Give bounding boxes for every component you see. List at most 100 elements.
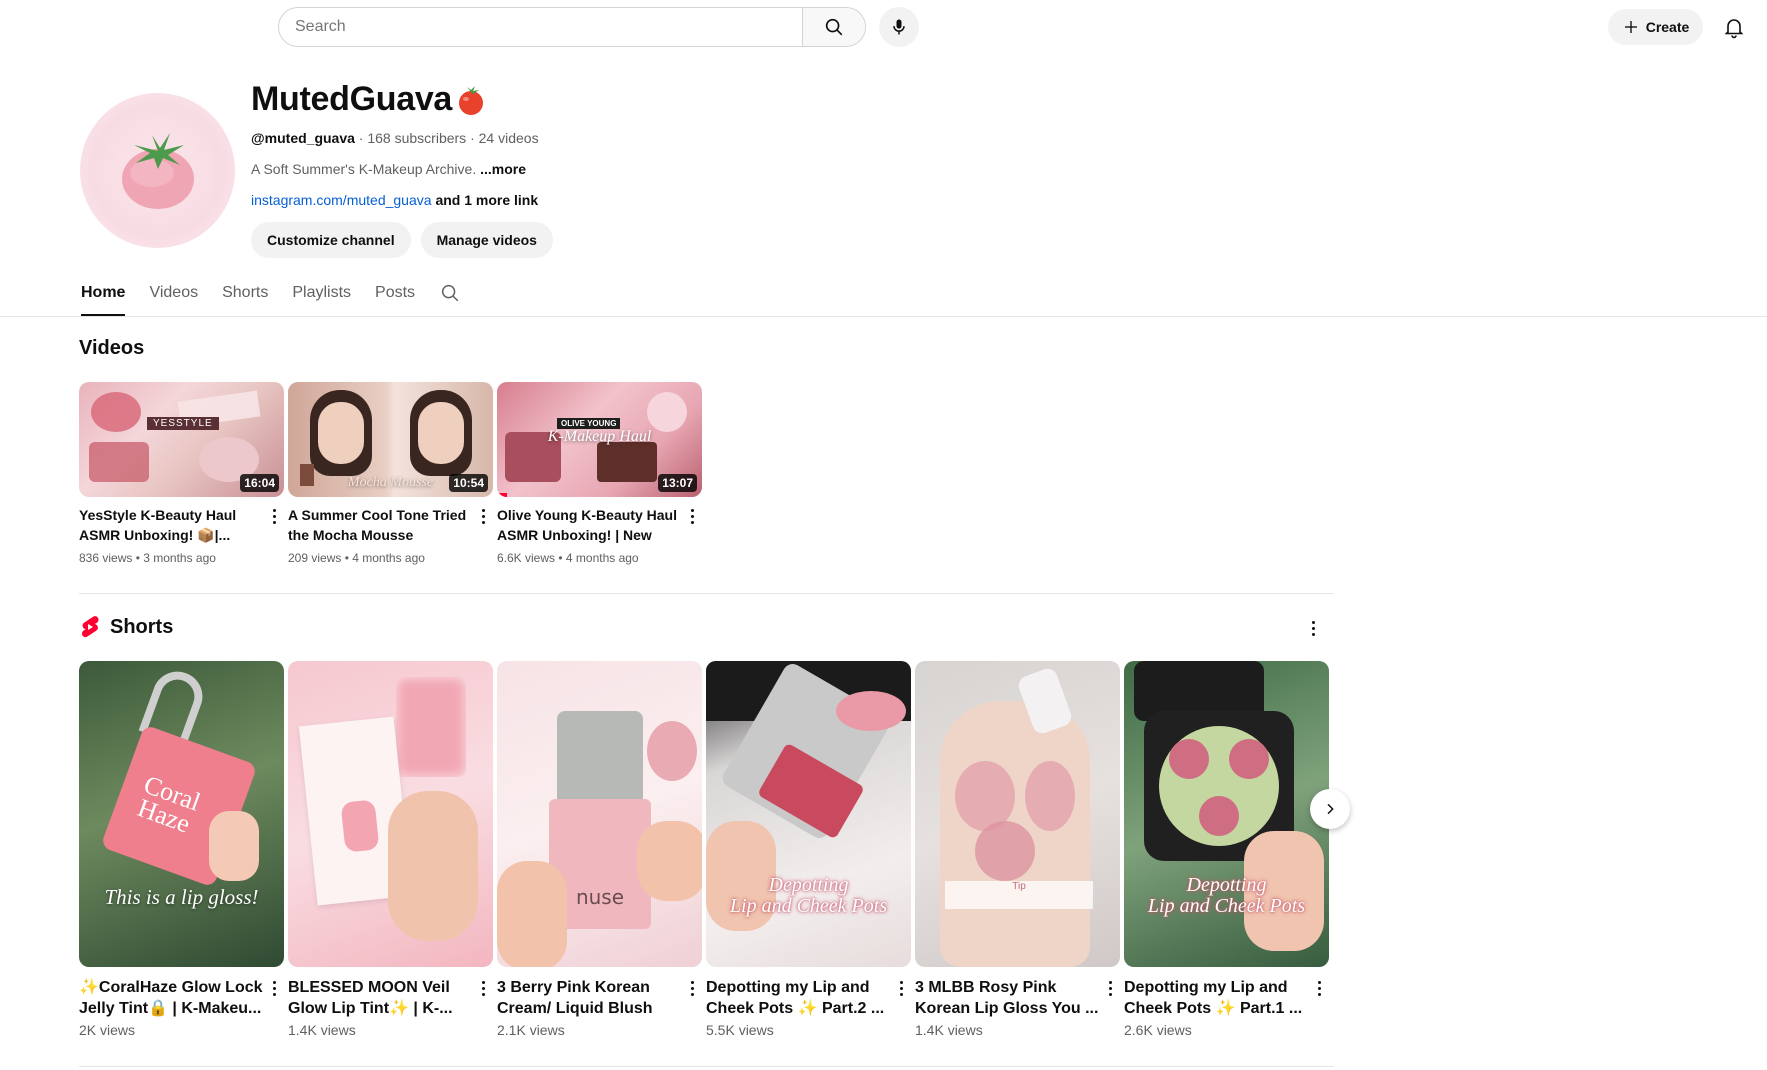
customize-channel-button[interactable]: Customize channel bbox=[251, 222, 411, 258]
notifications-button[interactable] bbox=[1714, 7, 1754, 47]
channel-handle: @muted_guava bbox=[251, 130, 355, 146]
video-card[interactable]: YESSTYLE 16:04 YesStyle K-Beauty Haul ASM… bbox=[79, 382, 284, 565]
short-title[interactable]: 3 Berry Pink KoreanCream/ Liquid Blush🍓.… bbox=[497, 977, 682, 1019]
short-title[interactable]: BLESSED MOON Veil Glow Lip Tint✨ | K-... bbox=[288, 977, 473, 1019]
short-views: 2.6K views bbox=[1124, 1022, 1192, 1038]
tab-shorts[interactable]: Shorts bbox=[222, 278, 268, 316]
meta-separator: · bbox=[470, 130, 475, 146]
search-box[interactable] bbox=[278, 7, 866, 47]
shorts-row: Coral Haze This is a lip gloss! ✨CoralHaz… bbox=[79, 661, 1329, 1038]
description-more-link[interactable]: ...more bbox=[480, 161, 526, 177]
video-thumbnail[interactable]: YESSTYLE 16:04 bbox=[79, 382, 284, 497]
tab-videos[interactable]: Videos bbox=[149, 278, 198, 316]
video-menu-button[interactable] bbox=[473, 505, 493, 565]
meta-separator: · bbox=[358, 130, 364, 146]
tab-posts[interactable]: Posts bbox=[375, 278, 415, 316]
create-button[interactable]: Create bbox=[1608, 9, 1703, 45]
short-views: 1.4K views bbox=[915, 1022, 983, 1038]
channel-name: MutedGuava bbox=[251, 80, 488, 119]
video-duration: 13:07 bbox=[658, 474, 697, 492]
short-menu-button[interactable] bbox=[264, 977, 284, 1019]
thumb-brand-text: YESSTYLE bbox=[147, 417, 219, 430]
short-menu-button[interactable] bbox=[1100, 977, 1120, 1019]
video-meta: 209 views • 4 months ago bbox=[288, 551, 425, 565]
short-title[interactable]: Depotting my Lip and Cheek Pots ✨ Part.2 … bbox=[706, 977, 891, 1019]
plus-icon bbox=[1624, 21, 1637, 33]
subscriber-count: 168 subscribers bbox=[367, 130, 467, 146]
channel-avatar[interactable] bbox=[80, 93, 235, 248]
tab-search-icon bbox=[441, 284, 459, 302]
channel-meta: @muted_guava · 168 subscribers · 24 vide… bbox=[251, 130, 539, 146]
video-thumbnail[interactable]: OLIVE YOUNG K-Makeup Haul 13:07 bbox=[497, 382, 702, 497]
video-menu-button[interactable] bbox=[264, 505, 284, 565]
description-text: A Soft Summer's K-Makeup Archive. bbox=[251, 161, 477, 177]
short-card[interactable]: Depotting Lip and Cheek Pots Depotting m… bbox=[1124, 661, 1329, 1038]
instagram-link[interactable]: instagram.com/muted_guava bbox=[251, 192, 432, 208]
voice-search-button[interactable] bbox=[879, 7, 919, 47]
tabs-divider bbox=[0, 316, 1767, 317]
short-menu-button[interactable] bbox=[891, 977, 911, 1019]
videos-section-title[interactable]: Videos bbox=[79, 337, 144, 360]
video-meta: 6.6K views • 4 months ago bbox=[497, 551, 639, 565]
shorts-menu-button[interactable] bbox=[1303, 617, 1323, 636]
chevron-right-icon bbox=[1327, 803, 1334, 815]
tab-playlists[interactable]: Playlists bbox=[292, 278, 351, 316]
more-links-link[interactable]: and 1 more link bbox=[435, 192, 538, 208]
video-duration: 10:54 bbox=[449, 474, 488, 492]
manage-videos-button[interactable]: Manage videos bbox=[420, 222, 553, 258]
short-thumbnail[interactable]: nuse bbox=[497, 661, 702, 967]
tab-search-button[interactable] bbox=[439, 278, 461, 309]
short-card[interactable]: Tip 3 MLBB Rosy Pink Korean Lip Gloss You… bbox=[915, 661, 1120, 1038]
short-thumbnail[interactable]: Depotting Lip and Cheek Pots bbox=[1124, 661, 1329, 967]
short-views: 2.1K views bbox=[497, 1022, 565, 1038]
channel-description[interactable]: A Soft Summer's K-Makeup Archive. ...mor… bbox=[251, 161, 526, 177]
video-thumbnail[interactable]: Mocha Mousse 10:54 bbox=[288, 382, 493, 497]
shorts-logo-icon bbox=[81, 616, 99, 638]
short-thumbnail[interactable]: Coral Haze This is a lip gloss! bbox=[79, 661, 284, 967]
shorts-section-header: Shorts bbox=[80, 615, 173, 639]
short-caption: This is a lip gloss! bbox=[104, 885, 259, 909]
short-views: 5.5K views bbox=[706, 1022, 774, 1038]
tomato-logo-icon bbox=[121, 132, 194, 209]
short-card[interactable]: Coral Haze This is a lip gloss! ✨CoralHaz… bbox=[79, 661, 284, 1038]
short-caption: Depotting Lip and Cheek Pots bbox=[729, 874, 888, 917]
short-caption: Tip bbox=[1012, 881, 1026, 892]
section-divider bbox=[79, 593, 1334, 594]
channel-actions: Customize channel Manage videos bbox=[251, 222, 553, 258]
short-title[interactable]: ✨CoralHaze Glow Lock Jelly Tint🔒 | K-Make… bbox=[79, 977, 264, 1019]
short-thumbnail[interactable]: Depotting Lip and Cheek Pots bbox=[706, 661, 911, 967]
channel-tabs: Home Videos Shorts Playlists Posts bbox=[81, 278, 461, 316]
video-meta: 836 views • 3 months ago bbox=[79, 551, 216, 565]
video-title[interactable]: Olive Young K-Beauty Haul ASMR Unboxing! … bbox=[497, 505, 682, 545]
mic-icon bbox=[893, 19, 905, 35]
short-card[interactable]: Depotting Lip and Cheek Pots Depotting m… bbox=[706, 661, 911, 1038]
video-card[interactable]: Mocha Mousse 10:54 A Summer Cool Tone Tr… bbox=[288, 382, 493, 565]
shorts-next-button[interactable] bbox=[1310, 789, 1350, 829]
video-menu-button[interactable] bbox=[682, 505, 702, 565]
short-views: 2K views bbox=[79, 1022, 136, 1038]
short-caption: Depotting Lip and Cheek Pots bbox=[1147, 874, 1306, 917]
short-thumbnail[interactable]: Tip bbox=[915, 661, 1120, 967]
short-title[interactable]: Depotting my Lip and Cheek Pots ✨ Part.1 … bbox=[1124, 977, 1309, 1019]
short-card[interactable]: nuse 3 Berry Pink Korean Cream/ Liquid Bl… bbox=[497, 661, 702, 1038]
tab-home[interactable]: Home bbox=[81, 278, 126, 316]
short-menu-button[interactable] bbox=[473, 977, 493, 1019]
search-input[interactable] bbox=[279, 8, 802, 46]
search-button[interactable] bbox=[802, 8, 865, 46]
channel-name-text: MutedGuava bbox=[251, 80, 453, 118]
tomato-emoji-icon bbox=[459, 85, 484, 115]
short-menu-button[interactable] bbox=[682, 977, 702, 1019]
search-icon bbox=[825, 18, 843, 36]
video-card[interactable]: OLIVE YOUNG K-Makeup Haul 13:07 Olive Yo… bbox=[497, 382, 702, 565]
short-card[interactable]: BLESSED MOON Veil Glow Lip Tint✨ | K-... … bbox=[288, 661, 493, 1038]
short-thumbnail[interactable] bbox=[288, 661, 493, 967]
thumb-caption: K-Makeup Haul bbox=[547, 428, 652, 445]
short-views: 1.4K views bbox=[288, 1022, 356, 1038]
video-count: 24 videos bbox=[478, 130, 539, 146]
video-title[interactable]: A Summer Cool Tone Tried the Mocha Mousse… bbox=[288, 505, 473, 545]
video-title[interactable]: YesStyle K-Beauty Haul ASMR Unboxing! 📦|.… bbox=[79, 505, 264, 545]
shorts-section-title[interactable]: Shorts bbox=[110, 616, 173, 639]
short-title[interactable]: 3 MLBB Rosy Pink Korean Lip Gloss You ... bbox=[915, 977, 1100, 1019]
watch-progress-bar bbox=[497, 493, 508, 497]
short-menu-button[interactable] bbox=[1309, 977, 1329, 1019]
